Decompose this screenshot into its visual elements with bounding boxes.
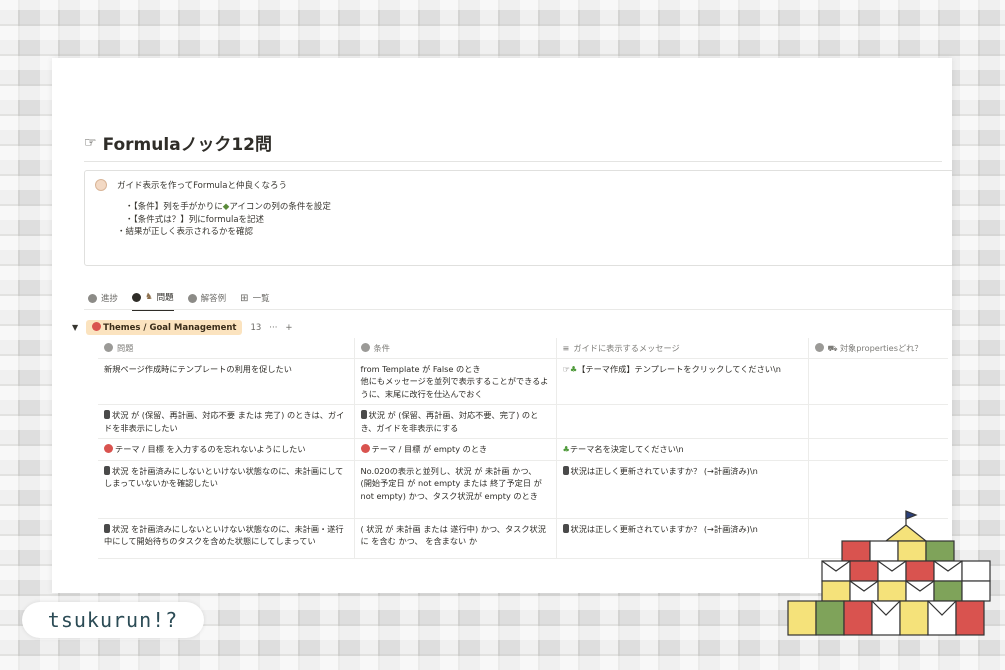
callout-item: ・結果が正しく表示されるかを確認 bbox=[117, 227, 254, 237]
table-row[interactable]: テーマ / 目標 を入力するのを忘れないようにしたい テーマ / 目標 が em… bbox=[98, 438, 948, 461]
face-icon bbox=[95, 179, 107, 191]
callout-heading: ガイド表示を作ってFormulaと仲良くなろう bbox=[117, 181, 287, 191]
column-header-target[interactable]: ⛟ 対象propertiesどれ？ bbox=[808, 338, 948, 359]
traffic-light-icon bbox=[104, 523, 110, 533]
clover-icon: ♣ bbox=[562, 444, 570, 454]
cell-message[interactable]: 状況は正しく更新されていますか？ (→計画済み)\n bbox=[556, 518, 809, 559]
cell-problem[interactable]: テーマ / 目標 を入力するのを忘れないようにしたい bbox=[98, 438, 355, 461]
question-circle-icon bbox=[814, 342, 824, 352]
text-lines-icon: ≡ bbox=[562, 342, 570, 353]
cell-condition[interactable]: ( 状況 が 未計画 または 遂行中) かつ、タスク状況 に を含む かつ、 を… bbox=[354, 518, 557, 559]
cell-target[interactable] bbox=[808, 358, 948, 405]
target-icon bbox=[104, 444, 113, 453]
cell-condition[interactable]: No.020の表示と並列し、状況 が 未計画 かつ、 (開始予定日 が not … bbox=[354, 460, 557, 519]
callout-block: ガイド表示を作ってFormulaと仲良くなろう ・【条件】列を手がかりに◆アイコ… bbox=[84, 170, 952, 266]
brand-logo: tsukurun!? bbox=[22, 602, 204, 638]
tab-progress[interactable]: 進捗 bbox=[88, 291, 118, 311]
cell-problem[interactable]: 状況 を計画済みにしないといけない状態なのに、未計画・遂行中にして開始待ちのタス… bbox=[98, 518, 355, 559]
callout-item: ・【条件】列を手がかりに◆アイコンの列の条件を設定 bbox=[125, 202, 331, 212]
group-count: 13 bbox=[250, 322, 262, 333]
group-add-button[interactable]: + bbox=[285, 323, 292, 333]
table-row[interactable]: 状況 が (保留、再計画、対応不要 または 完了) のときは、ガイドを非表示にし… bbox=[98, 404, 948, 439]
callout-list: ・【条件】列を手がかりに◆アイコンの列の条件を設定 ・【条件式は？】列にform… bbox=[95, 201, 943, 239]
cell-target[interactable] bbox=[808, 404, 948, 439]
cell-message[interactable]: 状況は正しく更新されていますか？ (→計画済み)\n bbox=[556, 460, 809, 519]
tabs-divider bbox=[84, 309, 952, 310]
callout-item: ・【条件式は？】列にformulaを記述 bbox=[125, 214, 265, 225]
flag-icon bbox=[905, 510, 918, 520]
table-icon: ⊞ bbox=[240, 292, 249, 304]
tab-problems[interactable]: ♞ 問題 bbox=[132, 291, 174, 311]
check-circle-icon bbox=[88, 293, 97, 303]
cell-target[interactable] bbox=[808, 438, 948, 461]
cell-message[interactable]: ☞♣【テーマ作成】テンプレートをクリックしてください\n bbox=[556, 358, 809, 405]
llama-icon: ♞ bbox=[145, 292, 153, 302]
traffic-light-icon bbox=[562, 465, 569, 475]
view-tabs: 進捗 ♞ 問題 解答例 ⊞ 一覧 bbox=[88, 291, 270, 311]
group-more-button[interactable]: ··· bbox=[269, 323, 277, 333]
question-icon bbox=[104, 342, 113, 352]
tab-answers[interactable]: 解答例 bbox=[187, 291, 226, 311]
page-title-text: Formulaノック12問 bbox=[102, 135, 272, 155]
column-header-problem[interactable]: 問題 bbox=[98, 338, 355, 359]
traffic-light-icon bbox=[104, 410, 110, 419]
table-row[interactable]: 新規ページ作成時にテンプレートの利用を促したい from Template が … bbox=[98, 358, 948, 405]
question-circle-icon bbox=[132, 292, 142, 302]
cell-problem[interactable]: 状況 を計画済みにしないといけない状態なのに、未計画にしてしまっていないかを確認… bbox=[98, 460, 355, 519]
collapse-triangle-icon[interactable]: ▼ bbox=[72, 323, 78, 332]
column-header-message[interactable]: ≡ ガイドに表示するメッセージ bbox=[556, 338, 809, 359]
column-header-condition[interactable]: 条件 bbox=[354, 338, 557, 359]
cell-problem[interactable]: 新規ページ作成時にテンプレートの利用を促したい bbox=[98, 358, 355, 405]
roof bbox=[884, 524, 928, 542]
cell-condition[interactable]: 状況 が (保留、再計画、対応不要、完了) のとき、ガイドを非表示にする bbox=[354, 404, 557, 439]
castle-illustration bbox=[787, 510, 991, 636]
traffic-light-icon bbox=[360, 410, 367, 419]
traffic-light-icon bbox=[104, 465, 110, 475]
target-icon bbox=[92, 322, 102, 331]
tab-list[interactable]: ⊞ 一覧 bbox=[240, 291, 269, 311]
cell-message[interactable] bbox=[556, 404, 809, 439]
pointing-hand-icon: ☞ bbox=[84, 134, 97, 151]
group-tag[interactable]: Themes / Goal Management bbox=[86, 320, 243, 335]
group-header: ▼ Themes / Goal Management 13 ··· + bbox=[72, 320, 293, 335]
check-circle-icon bbox=[360, 342, 370, 352]
brand-text: tsukurun!? bbox=[47, 608, 179, 632]
cell-problem[interactable]: 状況 が (保留、再計画、対応不要 または 完了) のときは、ガイドを非表示にし… bbox=[98, 404, 355, 439]
check-circle-icon bbox=[187, 293, 197, 303]
target-icon bbox=[360, 444, 370, 453]
cell-condition[interactable]: テーマ / 目標 が empty のとき bbox=[354, 438, 557, 461]
traffic-light-icon bbox=[562, 523, 569, 533]
cart-icon: ⛟ bbox=[827, 342, 838, 353]
cell-condition[interactable]: from Template が False のとき 他にもメッセージを並列で表示… bbox=[354, 358, 557, 405]
cell-message[interactable]: ♣テーマ名を決定してください\n bbox=[556, 438, 809, 461]
page-title: ☞ Formulaノック12問 bbox=[84, 130, 272, 156]
pointing-hand-icon: ☞ bbox=[562, 363, 570, 374]
title-divider bbox=[84, 161, 942, 162]
table-header-row: 問題 条件 ≡ ガイドに表示するメッセージ ⛟ 対象propertiesどれ？ bbox=[98, 338, 948, 359]
